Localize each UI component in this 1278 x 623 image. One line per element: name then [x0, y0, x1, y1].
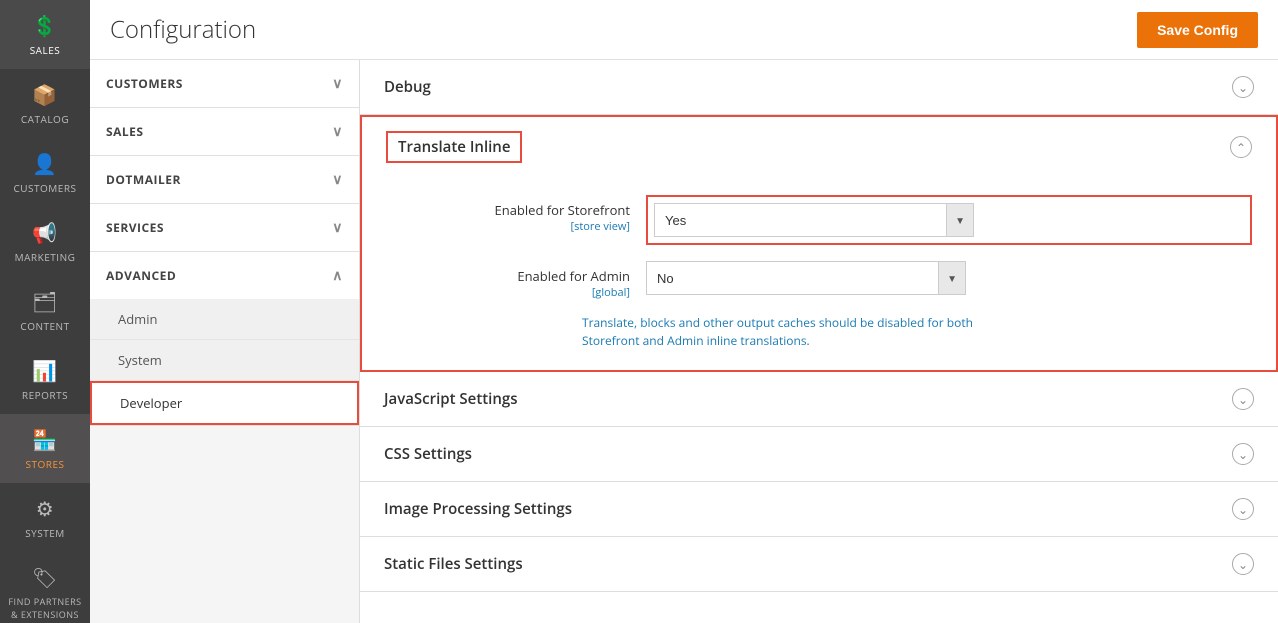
nav-item-services[interactable]: SERVICES ∨: [90, 204, 359, 252]
javascript-title: JavaScript Settings: [384, 389, 518, 409]
nav-services-label: SERVICES: [106, 219, 164, 236]
image-processing-header[interactable]: Image Processing Settings ⌄: [360, 482, 1278, 536]
css-title: CSS Settings: [384, 444, 472, 464]
chevron-down-icon: ∨: [332, 218, 343, 237]
sales-icon: 💲: [32, 12, 57, 39]
sidebar-item-content[interactable]: 🗂 CONTENT: [0, 276, 90, 345]
nav-item-dotmailer[interactable]: DOTMAILER ∨: [90, 156, 359, 204]
section-translate-inline: Translate Inline ⌃ Enabled for Storefron…: [360, 115, 1278, 372]
save-config-button[interactable]: Save Config: [1137, 12, 1258, 48]
sidebar-item-stores[interactable]: 🏪 STORES: [0, 414, 90, 483]
chevron-up-icon: ∧: [332, 266, 343, 285]
storefront-select[interactable]: Yes No: [655, 206, 946, 235]
customers-icon: 👤: [32, 150, 57, 177]
storefront-sublabel: [store view]: [466, 219, 630, 234]
image-processing-title: Image Processing Settings: [384, 499, 572, 519]
section-static-files: Static Files Settings ⌄: [360, 537, 1278, 592]
storefront-select-wrapper: Yes No ▼: [654, 203, 974, 237]
collapse-img-icon: ⌄: [1232, 498, 1254, 520]
nav-advanced-label: ADVANCED: [106, 267, 176, 284]
translate-inline-body: Enabled for Storefront [store view] Yes …: [362, 177, 1276, 370]
reports-icon: 📊: [32, 357, 57, 384]
storefront-row: Enabled for Storefront [store view] Yes …: [466, 187, 1252, 253]
sub-item-developer[interactable]: Developer: [90, 381, 359, 425]
config-nav: CUSTOMERS ∨ SALES ∨ DOTMAILER ∨ SERVICES: [90, 60, 360, 623]
static-files-title: Static Files Settings: [384, 554, 523, 574]
select-arrow-icon: ▼: [946, 204, 973, 236]
static-files-header[interactable]: Static Files Settings ⌄: [360, 537, 1278, 591]
sidebar-item-catalog-label: CATALOG: [21, 112, 69, 126]
debug-header[interactable]: Debug ⌄: [360, 60, 1278, 114]
sidebar-item-marketing[interactable]: 📢 MARKETING: [0, 207, 90, 276]
collapse-translate-icon: ⌃: [1230, 136, 1252, 158]
translate-inline-header[interactable]: Translate Inline ⌃: [362, 117, 1276, 177]
stores-icon: 🏪: [32, 426, 57, 453]
section-debug: Debug ⌄: [360, 60, 1278, 115]
admin-label: Enabled for Admin [global]: [466, 261, 646, 300]
sidebar-item-content-label: CONTENT: [20, 319, 69, 333]
sidebar-item-customers[interactable]: 👤 CUSTOMERS: [0, 138, 90, 207]
page-header: Configuration Save Config: [90, 0, 1278, 60]
admin-control: No Yes ▼: [646, 261, 1252, 295]
nav-dotmailer-label: DOTMAILER: [106, 171, 181, 188]
sidebar-item-stores-label: STORES: [26, 457, 65, 471]
javascript-header[interactable]: JavaScript Settings ⌄: [360, 372, 1278, 426]
nav-item-advanced[interactable]: ADVANCED ∧ Admin System Developer: [90, 252, 359, 426]
content-icon: 🗂: [32, 288, 58, 315]
collapse-js-icon: ⌄: [1232, 388, 1254, 410]
sidebar-item-marketing-label: MARKETING: [15, 250, 76, 264]
nav-customers-label: CUSTOMERS: [106, 75, 183, 92]
advanced-sub-items: Admin System Developer: [90, 299, 359, 425]
sub-item-admin[interactable]: Admin: [90, 299, 359, 340]
main-area: Configuration Save Config CUSTOMERS ∨ SA…: [90, 0, 1278, 623]
sidebar-item-partners-label: FIND PARTNERS & EXTENSIONS: [5, 595, 85, 621]
sidebar-item-reports[interactable]: 📊 REPORTS: [0, 345, 90, 414]
section-javascript: JavaScript Settings ⌄: [360, 372, 1278, 427]
sidebar-item-sales-label: SALES: [30, 43, 61, 57]
config-content: Debug ⌄ Translate Inline ⌃ Enabled for S…: [360, 60, 1278, 623]
marketing-icon: 📢: [32, 219, 57, 246]
partners-icon: 🏷: [32, 564, 58, 591]
storefront-control: Yes No ▼: [646, 195, 1252, 245]
translate-inline-title: Translate Inline: [386, 131, 522, 163]
collapse-css-icon: ⌄: [1232, 443, 1254, 465]
sidebar-item-catalog[interactable]: 📦 CATALOG: [0, 69, 90, 138]
storefront-label: Enabled for Storefront [store view]: [466, 195, 646, 234]
chevron-down-icon: ∨: [332, 74, 343, 93]
css-header[interactable]: CSS Settings ⌄: [360, 427, 1278, 481]
nav-item-customers[interactable]: CUSTOMERS ∨: [90, 60, 359, 108]
sidebar-item-reports-label: REPORTS: [22, 388, 68, 402]
admin-select[interactable]: No Yes: [647, 264, 938, 293]
sidebar-item-system-label: SYSTEM: [25, 526, 65, 540]
section-image-processing: Image Processing Settings ⌄: [360, 482, 1278, 537]
collapse-static-icon: ⌄: [1232, 553, 1254, 575]
page-title: Configuration: [110, 13, 256, 46]
admin-row: Enabled for Admin [global] No Yes ▼: [466, 253, 1252, 308]
chevron-down-icon: ∨: [332, 122, 343, 141]
content-area: CUSTOMERS ∨ SALES ∨ DOTMAILER ∨ SERVICES: [90, 60, 1278, 623]
admin-select-arrow-icon: ▼: [938, 262, 965, 294]
debug-title: Debug: [384, 77, 431, 97]
catalog-icon: 📦: [32, 81, 57, 108]
sub-item-system[interactable]: System: [90, 340, 359, 381]
admin-sublabel: [global]: [466, 285, 630, 300]
translate-info-text: Translate, blocks and other output cache…: [582, 314, 982, 350]
nav-sales-label: SALES: [106, 123, 144, 140]
sidebar: 💲 SALES 📦 CATALOG 👤 CUSTOMERS 📢 MARKETIN…: [0, 0, 90, 623]
nav-item-sales[interactable]: SALES ∨: [90, 108, 359, 156]
sidebar-item-partners[interactable]: 🏷 FIND PARTNERS & EXTENSIONS: [0, 552, 90, 623]
sidebar-item-sales[interactable]: 💲 SALES: [0, 0, 90, 69]
section-css: CSS Settings ⌄: [360, 427, 1278, 482]
admin-select-wrapper: No Yes ▼: [646, 261, 966, 295]
sidebar-item-customers-label: CUSTOMERS: [13, 181, 76, 195]
chevron-down-icon: ∨: [332, 170, 343, 189]
system-icon: ⚙: [36, 495, 54, 522]
collapse-icon: ⌄: [1232, 76, 1254, 98]
sidebar-item-system[interactable]: ⚙ SYSTEM: [0, 483, 90, 552]
